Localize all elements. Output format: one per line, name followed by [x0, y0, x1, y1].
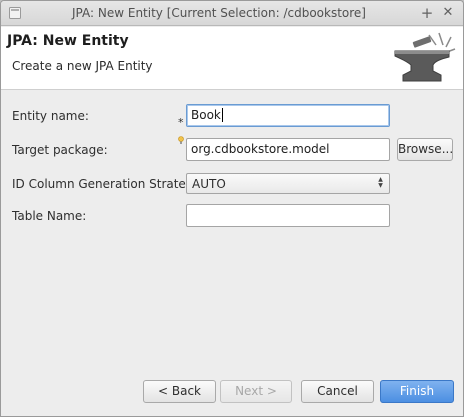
- next-button[interactable]: Next >: [220, 380, 292, 403]
- id-strategy-select[interactable]: AUTO ▲ ▼: [186, 173, 390, 194]
- entity-name-value: Book: [191, 108, 221, 122]
- entity-name-label: Entity name:: [12, 109, 89, 123]
- updown-arrows-icon: ▲ ▼: [378, 176, 383, 189]
- dialog-window: JPA: New Entity [Current Selection: /cdb…: [0, 0, 464, 417]
- banner-title: JPA: New Entity: [7, 33, 129, 49]
- id-strategy-value: AUTO: [192, 177, 226, 191]
- maximize-button[interactable]: +: [418, 4, 436, 22]
- required-marker: *: [178, 116, 184, 129]
- wizard-banner: JPA: New Entity Create a new JPA Entity: [1, 27, 463, 90]
- target-package-field[interactable]: org.cdbookstore.model: [186, 138, 390, 161]
- text-cursor: [221, 108, 223, 122]
- window-title: JPA: New Entity [Current Selection: /cdb…: [72, 6, 366, 20]
- lightbulb-icon: [178, 136, 184, 144]
- app-icon: [9, 7, 21, 19]
- id-strategy-label: ID Column Generation Strategy:: [12, 177, 204, 191]
- table-name-label: Table Name:: [12, 209, 87, 223]
- back-button[interactable]: < Back: [143, 380, 216, 403]
- banner-description: Create a new JPA Entity: [12, 59, 153, 73]
- anvil-icon: [394, 32, 456, 82]
- target-package-label: Target package:: [12, 143, 108, 157]
- title-bar[interactable]: JPA: New Entity [Current Selection: /cdb…: [1, 1, 463, 26]
- table-name-field[interactable]: [186, 204, 390, 227]
- browse-button[interactable]: Browse...: [397, 138, 453, 161]
- entity-name-field[interactable]: Book: [186, 104, 390, 127]
- close-button[interactable]: ✕: [439, 4, 457, 22]
- cancel-button[interactable]: Cancel: [301, 380, 374, 403]
- finish-button[interactable]: Finish: [380, 380, 454, 403]
